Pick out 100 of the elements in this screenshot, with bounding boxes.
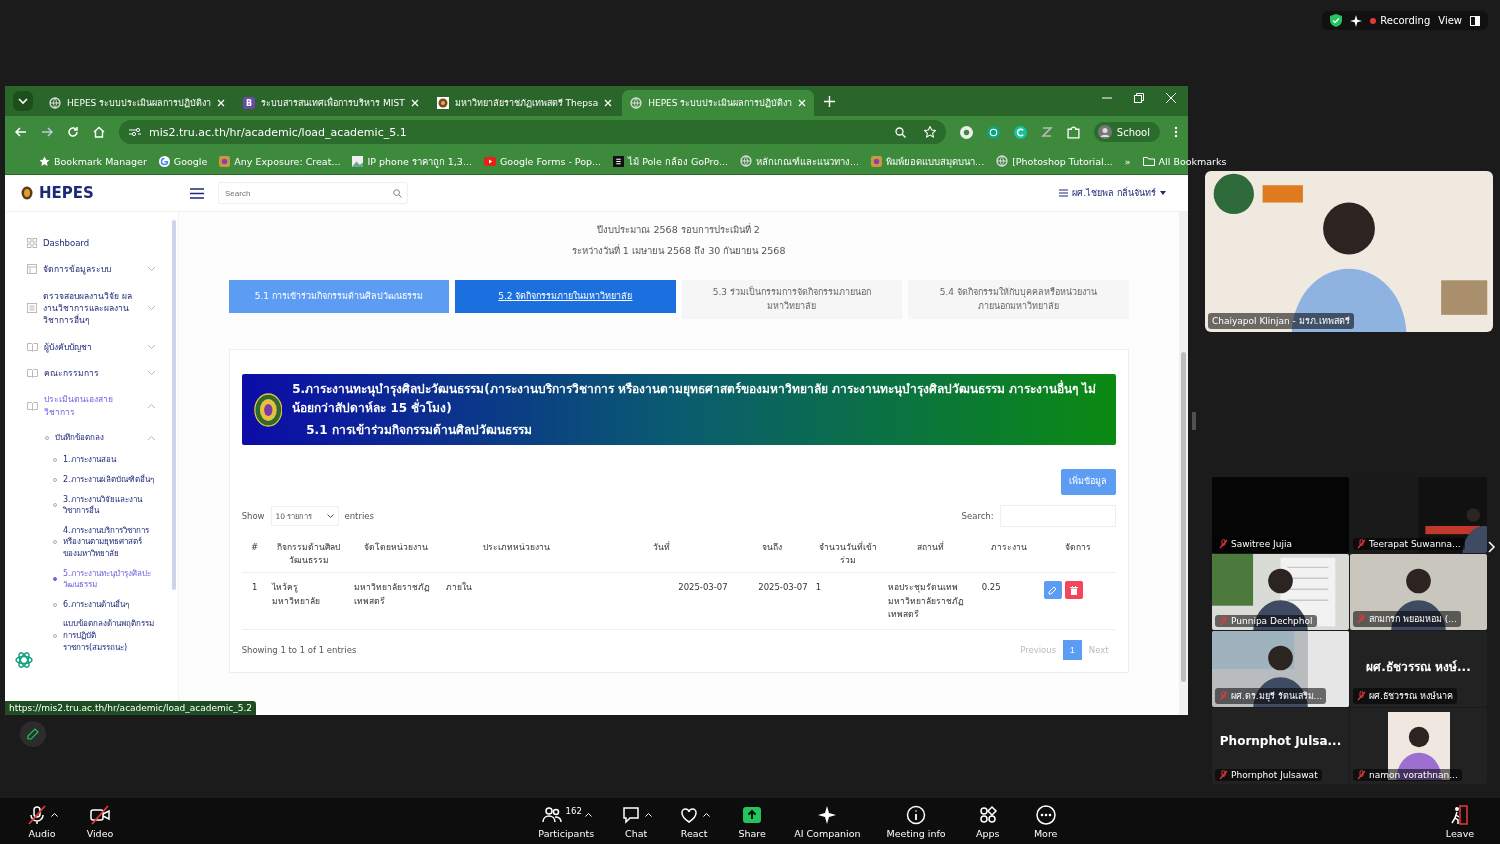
profile-button[interactable]: School: [1093, 122, 1160, 142]
section-tab[interactable]: 5.2 จัดกิจกรรมภายในมหาวิทยาลัย: [455, 280, 676, 313]
table-cell: มหาวิทยาลัยราชภัฏเทพสตรี: [353, 582, 430, 606]
resize-handle[interactable]: [1192, 412, 1196, 430]
table-cell: ภายใน: [445, 582, 472, 593]
sidebar-item[interactable]: 6.ภาระงานด้านอื่นๆ: [63, 598, 156, 611]
back-icon[interactable]: [15, 126, 27, 138]
address-bar[interactable]: mis2.tru.ac.th/hr/academic/load_academic_5.1: [119, 120, 946, 144]
toolbar-button[interactable]: Share: [730, 803, 775, 839]
brand-name[interactable]: HEPES: [39, 184, 94, 202]
bookmark[interactable]: Google Forms - Pop...: [499, 155, 602, 167]
site-settings-icon[interactable]: [129, 127, 141, 137]
sidebar-item[interactable]: บันทึกข้อตกลง: [55, 431, 141, 444]
extension-icon[interactable]: [986, 125, 1000, 139]
view-button[interactable]: View: [1438, 15, 1462, 26]
delete-button[interactable]: [1064, 581, 1083, 600]
close-icon[interactable]: [1166, 93, 1176, 103]
bookmark[interactable]: [Photoshop Tutorial...: [1012, 155, 1113, 167]
sidebar-item[interactable]: 3.ภาระงานวิจัยและงานวิชาการอื่น: [63, 493, 156, 517]
search-field[interactable]: Search: [218, 182, 408, 204]
caret-icon[interactable]: [51, 812, 58, 817]
bookmark[interactable]: IP phone ราคาถูก 1,3...: [367, 153, 472, 169]
menu-icon: [1059, 189, 1069, 197]
toolbar-button[interactable]: Chat: [614, 803, 659, 839]
sidebar-item[interactable]: คณะกรรมการ: [44, 366, 141, 380]
toolbar-button[interactable]: Meeting info: [880, 803, 952, 839]
bookmark[interactable]: Any Exposure: Creat...: [234, 155, 341, 167]
toolbar-button[interactable]: 162 Participants: [532, 803, 601, 839]
next-page-icon[interactable]: [1488, 541, 1496, 553]
participant-count: 162: [565, 805, 582, 816]
extension-icon[interactable]: [1040, 126, 1053, 138]
toolbar-button[interactable]: Apps: [965, 803, 1010, 839]
toolbar-button[interactable]: React: [672, 803, 717, 839]
user-menu[interactable]: ผศ.ไชยพล กลิ่นจันทร์: [1072, 186, 1156, 200]
star-icon[interactable]: [923, 126, 936, 138]
column-header[interactable]: ภาระงาน: [981, 540, 1036, 554]
restore-icon[interactable]: [1134, 93, 1144, 103]
toolbar-button[interactable]: Leave: [1438, 803, 1482, 839]
caret-icon[interactable]: [645, 812, 653, 817]
column-header[interactable]: จัดโดยหน่วยงาน: [353, 540, 438, 554]
bookmark-folder[interactable]: All Bookmarks: [1158, 155, 1227, 167]
column-header[interactable]: จำนวนวันที่เข้าร่วม: [815, 540, 880, 567]
more-bookmarks-button[interactable]: »: [1124, 155, 1131, 167]
column-header[interactable]: จัดการ: [1043, 540, 1112, 554]
sidebar-item[interactable]: 1.ภาระงานสอน: [63, 454, 156, 466]
extension-icon[interactable]: [959, 125, 973, 139]
bookmark[interactable]: Bookmark Manager: [54, 155, 147, 167]
forward-icon[interactable]: [41, 126, 53, 138]
column-header[interactable]: #: [245, 540, 264, 554]
column-header[interactable]: จนถึง: [735, 540, 808, 554]
column-header[interactable]: ประเภทหน่วยงาน: [445, 540, 588, 554]
toolbar-button[interactable]: Audio: [20, 803, 64, 839]
layout-icon[interactable]: [1470, 15, 1480, 26]
extension-icon[interactable]: [1013, 125, 1027, 139]
column-header[interactable]: กิจกรรมด้านศิลปวัฒนธรรม: [271, 540, 346, 567]
column-header[interactable]: สถานที่: [887, 540, 974, 554]
column-header[interactable]: วันที่: [595, 540, 728, 554]
sidebar-item[interactable]: 2.ภาระงานผลิตบัณฑิตอื่นๆ: [63, 474, 156, 486]
close-icon[interactable]: [410, 99, 419, 107]
sidebar-item[interactable]: 4.ภาระงานบริการวิชาการหรืองานตามยุทธศาสตร์ของมหาวิทยาลัย: [63, 524, 156, 560]
tab-search-icon[interactable]: [13, 91, 33, 111]
close-icon[interactable]: [217, 99, 226, 107]
toolbar-button[interactable]: AI Companion: [788, 803, 867, 839]
browser-tab[interactable]: HEPES ระบบประเมินผลการปฏิบัติงา: [41, 90, 234, 116]
toolbar-button[interactable]: More: [1023, 803, 1068, 839]
table-cell: ไหว้ครู มหาวิทยาลัย: [271, 582, 320, 606]
bookmark[interactable]: หลักเกณฑ์และแนวทาง...: [756, 153, 860, 169]
browser-tab[interactable]: HEPES ระบบประเมินผลการปฏิบัติงา: [622, 90, 815, 116]
caret-icon[interactable]: [584, 812, 592, 817]
sidebar-item[interactable]: ประเมินตนเองสายวิชาการ: [44, 393, 141, 418]
puzzle-icon[interactable]: [1066, 125, 1080, 139]
menu-icon[interactable]: [190, 187, 204, 199]
annotate-button[interactable]: [20, 721, 46, 747]
bookmark[interactable]: Google: [173, 155, 208, 167]
caret-icon[interactable]: [703, 812, 711, 817]
sidebar-item[interactable]: จัดการข้อมูลระบบ: [43, 263, 141, 276]
close-icon[interactable]: [798, 99, 807, 107]
section-tab[interactable]: 5.3 ร่วมเป็นกรรมการจัดกิจกรรมภายนอกมหาวิทยาลัย: [681, 280, 903, 319]
browser-tab[interactable]: B ระบบสารสนเทศเพื่อการบริหาร MIST: [235, 90, 427, 116]
section-tab[interactable]: 5.4 จัดกิจกรรมให้กับบุคคลหรือหน่วยงานภายนอกมหาวิทยาลัย: [908, 280, 1129, 319]
muted-microphone-icon: [1219, 691, 1228, 701]
sidebar-item[interactable]: Dashboard: [43, 237, 156, 250]
edit-button[interactable]: [1043, 581, 1062, 600]
close-icon[interactable]: [604, 99, 613, 107]
search-icon[interactable]: [393, 189, 402, 198]
scrollbar[interactable]: [1178, 212, 1188, 715]
toolbar-button[interactable]: Video: [78, 803, 122, 839]
sidebar-item[interactable]: ผู้บังคับบัญชา: [44, 340, 141, 353]
bookmark[interactable]: พิมพ์ยอดแบบสมุดบนา...: [886, 153, 985, 169]
sidebar-item[interactable]: 5.ภาระงานทะนุบำรุงศิลปะวัฒนธรรม: [63, 567, 156, 591]
home-icon[interactable]: [93, 126, 105, 138]
table-cell: 1: [815, 582, 822, 593]
reload-icon[interactable]: [67, 126, 79, 138]
zoom-icon[interactable]: [894, 126, 906, 138]
sidebar-item[interactable]: แบบข้อตกลงด้านพฤติกรรมการปฏิบัติราชการ(สมรรถนะ): [63, 618, 156, 654]
bookmark[interactable]: ไม้ Pole กล้อง GoPro...: [628, 153, 729, 169]
browser-tab[interactable]: มหาวิทยาลัยราชภัฏเทพสตรี Thepsa: [428, 90, 621, 116]
new-tab-icon[interactable]: [824, 95, 836, 107]
sidebar-item[interactable]: ตรวจสอบผลงานวิจัย ผลงานวิชาการและผลงานวิชาการอื่นๆ: [43, 289, 141, 327]
scrollbar[interactable]: [171, 220, 176, 590]
